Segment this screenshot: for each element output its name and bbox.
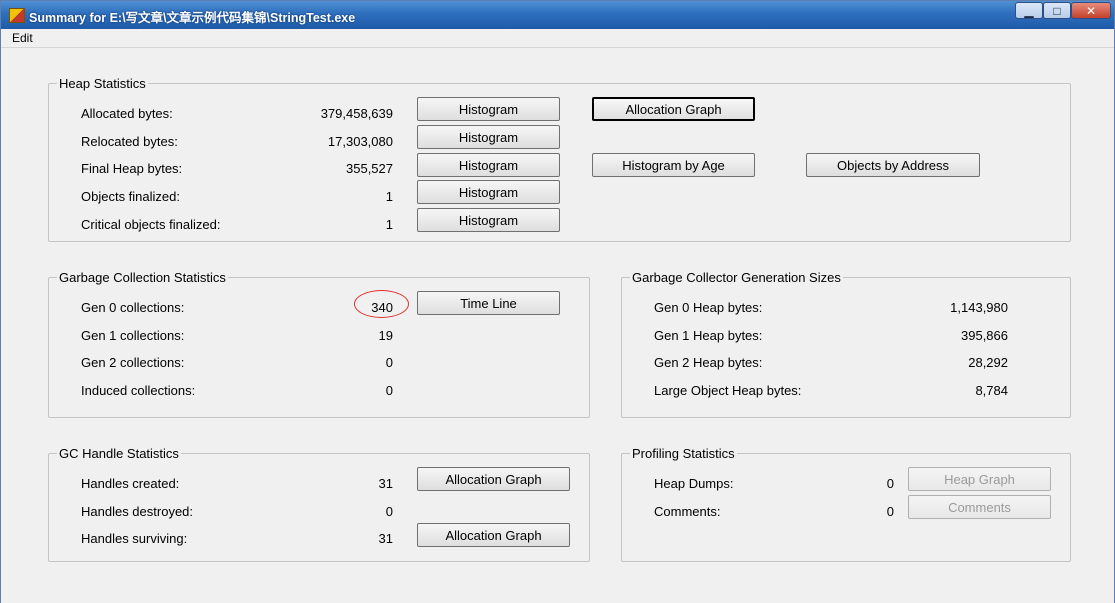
gc-statistics-group: Garbage Collection Statistics Gen 0 coll… [48, 270, 590, 418]
handles-surviving-value: 31 [378, 531, 393, 546]
critical-objects-histogram-button[interactable]: Histogram [417, 208, 560, 232]
allocated-histogram-button[interactable]: Histogram [417, 97, 560, 121]
profiling-statistics-group: Profiling Statistics Heap Dumps: 0 Heap … [621, 446, 1071, 562]
client-area: Heap Statistics Allocated bytes: 379,458… [1, 48, 1114, 603]
heap-dumps-label: Heap Dumps: [654, 476, 734, 491]
menu-edit[interactable]: Edit [12, 31, 33, 45]
handles-created-allocation-graph-button[interactable]: Allocation Graph [417, 467, 570, 491]
handles-surviving-label: Handles surviving: [81, 531, 188, 546]
maximize-button[interactable]: □ [1043, 2, 1071, 19]
handles-created-label: Handles created: [81, 476, 180, 491]
gen1-collections-value: 19 [378, 328, 393, 343]
profiling-statistics-title: Profiling Statistics [630, 446, 737, 461]
handle-statistics-group: GC Handle Statistics Handles created: 31… [48, 446, 590, 562]
objects-finalized-value: 1 [385, 189, 393, 204]
gc-statistics-title: Garbage Collection Statistics [57, 270, 228, 285]
gen0-heap-bytes-value: 1,143,980 [950, 300, 1008, 315]
histogram-by-age-button[interactable]: Histogram by Age [592, 153, 755, 177]
critical-objects-finalized-value: 1 [385, 217, 393, 232]
gen2-collections-value: 0 [385, 355, 393, 370]
handles-surviving-allocation-graph-button[interactable]: Allocation Graph [417, 523, 570, 547]
gen1-heap-bytes-label: Gen 1 Heap bytes: [654, 328, 763, 343]
allocated-bytes-label: Allocated bytes: [81, 106, 173, 121]
relocated-bytes-label: Relocated bytes: [81, 134, 178, 149]
gen1-collections-label: Gen 1 collections: [81, 328, 185, 343]
gen2-collections-label: Gen 2 collections: [81, 355, 185, 370]
generation-sizes-title: Garbage Collector Generation Sizes [630, 270, 843, 285]
heap-statistics-group: Heap Statistics Allocated bytes: 379,458… [48, 76, 1071, 242]
comments-label: Comments: [654, 504, 721, 519]
allocated-bytes-value: 379,458,639 [320, 106, 393, 121]
objects-finalized-label: Objects finalized: [81, 189, 180, 204]
gen1-heap-bytes-value: 395,866 [961, 328, 1008, 343]
window-title: Summary for E:\写文章\文章示例代码集锦\StringTest.e… [29, 11, 356, 25]
handles-destroyed-label: Handles destroyed: [81, 504, 194, 519]
objects-by-address-button[interactable]: Objects by Address [806, 153, 980, 177]
relocated-bytes-value: 17,303,080 [327, 134, 393, 149]
minimize-button[interactable]: ▁ [1015, 2, 1043, 19]
induced-collections-label: Induced collections: [81, 383, 196, 398]
time-line-button[interactable]: Time Line [417, 291, 560, 315]
close-button[interactable]: ✕ [1071, 2, 1111, 19]
app-icon [9, 8, 25, 23]
gen0-heap-bytes-label: Gen 0 Heap bytes: [654, 300, 763, 315]
menu-bar: Edit [1, 29, 1114, 48]
large-object-heap-bytes-label: Large Object Heap bytes: [654, 383, 802, 398]
gen2-heap-bytes-value: 28,292 [968, 355, 1008, 370]
generation-sizes-group: Garbage Collector Generation Sizes Gen 0… [621, 270, 1071, 418]
relocated-histogram-button[interactable]: Histogram [417, 125, 560, 149]
handle-statistics-title: GC Handle Statistics [57, 446, 181, 461]
handles-destroyed-value: 0 [385, 504, 393, 519]
gen0-collections-value: 340 [371, 300, 393, 315]
summary-window: Summary for E:\写文章\文章示例代码集锦\StringTest.e… [0, 0, 1115, 603]
final-heap-bytes-label: Final Heap bytes: [81, 161, 183, 176]
handles-created-value: 31 [378, 476, 393, 491]
heap-statistics-title: Heap Statistics [57, 76, 148, 91]
comments-button[interactable]: Comments [908, 495, 1051, 519]
large-object-heap-bytes-value: 8,784 [975, 383, 1008, 398]
final-heap-histogram-button[interactable]: Histogram [417, 153, 560, 177]
allocation-graph-button[interactable]: Allocation Graph [592, 97, 755, 121]
gen2-heap-bytes-label: Gen 2 Heap bytes: [654, 355, 763, 370]
comments-value: 0 [886, 504, 894, 519]
induced-collections-value: 0 [385, 383, 393, 398]
objects-finalized-histogram-button[interactable]: Histogram [417, 180, 560, 204]
heap-dumps-value: 0 [886, 476, 894, 491]
final-heap-bytes-value: 355,527 [346, 161, 393, 176]
gen0-collections-label: Gen 0 collections: [81, 300, 185, 315]
heap-graph-button[interactable]: Heap Graph [908, 467, 1051, 491]
critical-objects-finalized-label: Critical objects finalized: [81, 217, 221, 232]
title-bar[interactable]: Summary for E:\写文章\文章示例代码集锦\StringTest.e… [1, 1, 1114, 29]
